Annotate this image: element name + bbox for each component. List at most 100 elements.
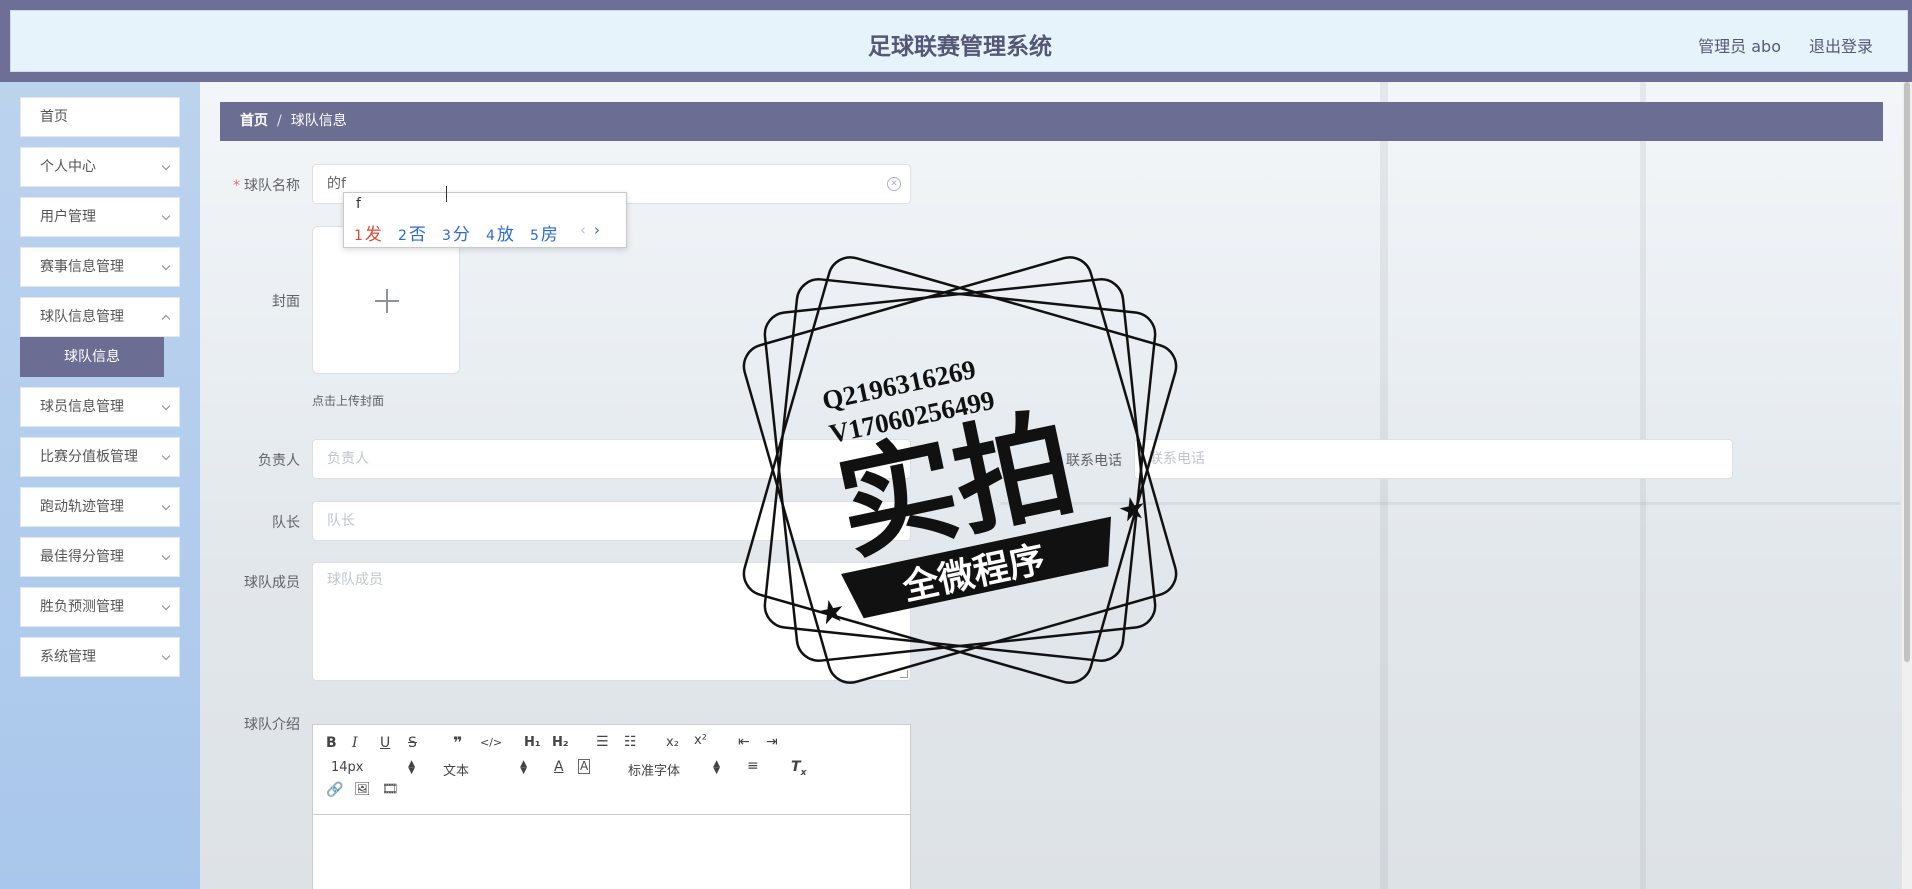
breadcrumb-separator: / — [277, 113, 282, 129]
background-decoration — [1380, 82, 1388, 889]
chevron-down-icon — [161, 601, 171, 611]
breadcrumb: 首页 / 球队信息 — [220, 102, 1883, 141]
chevron-down-icon — [161, 401, 171, 411]
sidebar-item-label: 最佳得分管理 — [40, 549, 124, 565]
font-family-value: 标准字体 — [628, 764, 681, 779]
sidebar-item-system[interactable]: 系统管理 — [20, 637, 180, 677]
resize-handle[interactable] — [900, 670, 908, 678]
chevron-down-icon — [161, 261, 171, 271]
logout-link[interactable]: 退出登录 — [1809, 33, 1873, 57]
ime-prev-page-icon[interactable]: ‹ — [580, 221, 586, 239]
chevron-down-icon — [161, 501, 171, 511]
font-size-select[interactable]: 14px ▲ ▼ — [331, 759, 415, 776]
captain-label: 队长 — [272, 515, 300, 531]
leader-input[interactable]: 负责人 — [312, 439, 911, 479]
sidebar-item-match-info[interactable]: 赛事信息管理 — [20, 247, 180, 287]
font-family-select[interactable]: 标准字体 ▲ ▼ — [628, 759, 720, 780]
bullet-list-icon[interactable]: ☷ — [624, 734, 637, 750]
sidebar-item-label: 球队信息管理 — [40, 309, 124, 325]
superscript-button[interactable]: x² — [694, 733, 707, 748]
team-name-label-text: 球队名称 — [244, 178, 300, 194]
ime-candidate-text: 房 — [540, 225, 558, 245]
ime-candidate[interactable]: 5房 — [530, 220, 558, 245]
sidebar-item-label: 球员信息管理 — [40, 399, 124, 415]
sidebar-item-label: 赛事信息管理 — [40, 259, 124, 275]
ime-candidate[interactable]: 4放 — [486, 220, 514, 245]
sidebar-subitem-team-info[interactable]: 球队信息 — [20, 337, 164, 377]
background-decoration — [1640, 82, 1646, 889]
italic-button[interactable]: I — [352, 735, 358, 751]
indent-icon[interactable]: ⇥ — [766, 734, 778, 750]
sidebar-item-user-management[interactable]: 用户管理 — [20, 197, 180, 237]
sidebar-item-label: 系统管理 — [40, 649, 96, 665]
code-block-icon[interactable]: </> — [480, 736, 502, 749]
ime-candidate-text: 分 — [452, 225, 470, 245]
members-textarea[interactable]: 球队成员 — [312, 562, 911, 681]
chevron-up-icon — [161, 314, 171, 324]
sidebar-item-label: 用户管理 — [40, 209, 96, 225]
intro-label: 球队介绍 — [244, 717, 300, 733]
ime-candidate-text: 否 — [408, 225, 426, 245]
link-icon[interactable]: 🔗 — [326, 782, 343, 798]
image-icon[interactable]: 🖼 — [354, 782, 371, 797]
sidebar-item-label: 个人中心 — [40, 159, 96, 175]
blockquote-icon[interactable]: ❞ — [453, 733, 462, 752]
paragraph-value: 文本 — [443, 764, 470, 779]
ordered-list-icon[interactable]: ☰ — [596, 734, 609, 750]
video-icon[interactable]: 🎞 — [382, 782, 399, 797]
align-icon[interactable]: ≡ — [747, 758, 759, 774]
sidebar-item-scoreboard[interactable]: 比赛分值板管理 — [20, 437, 180, 477]
header2-button[interactable]: H₂ — [552, 735, 569, 750]
sidebar-item-team-info[interactable]: 球队信息管理 — [20, 297, 180, 337]
team-name-label: * 球队名称 — [200, 175, 300, 195]
cover-uploader[interactable] — [312, 226, 460, 374]
cover-label: 封面 — [272, 294, 300, 310]
clear-format-icon[interactable]: Tx — [791, 759, 806, 778]
phone-label: 联系电话 — [1066, 453, 1122, 469]
select-arrow-icon: ▲ ▼ — [713, 759, 720, 776]
font-color-button[interactable]: A — [554, 759, 564, 775]
ime-next-page-icon[interactable]: › — [594, 221, 600, 239]
sidebar-item-home[interactable]: 首页 — [20, 97, 180, 137]
ime-candidate[interactable]: 3分 — [442, 220, 470, 245]
sidebar-item-label: 跑动轨迹管理 — [40, 499, 124, 515]
ime-candidate-text: 放 — [496, 225, 514, 245]
ime-candidate[interactable]: 1发 — [354, 220, 382, 245]
header1-button[interactable]: H₁ — [524, 735, 541, 750]
sidebar-item-running-track[interactable]: 跑动轨迹管理 — [20, 487, 180, 527]
members-label: 球队成员 — [244, 575, 300, 591]
leader-label: 负责人 — [258, 453, 300, 469]
ime-candidate[interactable]: 2否 — [398, 220, 426, 245]
required-mark: * — [233, 178, 240, 194]
sidebar-item-best-score[interactable]: 最佳得分管理 — [20, 537, 180, 577]
ime-candidate-number: 1 — [354, 228, 363, 244]
ime-candidate-number: 4 — [486, 228, 495, 244]
select-arrow-icon: ▲ ▼ — [408, 759, 415, 776]
current-user: 管理员 abo — [1698, 37, 1781, 56]
app-header: 足球联赛管理系统 管理员 abo 退出登录 — [10, 10, 1908, 72]
subscript-button[interactable]: x₂ — [666, 735, 679, 750]
upload-tip: 点击上传封面 — [312, 394, 385, 408]
sidebar-item-win-prediction[interactable]: 胜负预测管理 — [20, 587, 180, 627]
clear-icon[interactable]: ✕ — [887, 177, 901, 191]
phone-input[interactable]: 联系电话 — [1134, 439, 1733, 479]
strike-button[interactable]: S — [408, 735, 417, 751]
scrollbar-thumb[interactable] — [1904, 82, 1910, 662]
team-name-value: 的f — [327, 176, 346, 192]
sidebar-item-personal-center[interactable]: 个人中心 — [20, 147, 180, 187]
ime-candidate-number: 5 — [530, 228, 539, 244]
underline-button[interactable]: U — [380, 735, 390, 751]
editor-toolbar: B I U S ❞ </> H₁ H₂ ☰ ☷ x₂ x² ⇤ ⇥ 14px ▲ ▼… — [313, 725, 910, 815]
chevron-down-icon — [161, 161, 171, 171]
ime-composition: f — [356, 196, 361, 212]
sidebar-item-player-info[interactable]: 球员信息管理 — [20, 387, 180, 427]
font-size-value: 14px — [331, 760, 364, 775]
bold-button[interactable]: B — [326, 735, 337, 751]
page-scrollbar[interactable] — [1902, 82, 1912, 889]
breadcrumb-home[interactable]: 首页 — [240, 113, 268, 129]
background-color-button[interactable]: A — [578, 759, 591, 774]
outdent-icon[interactable]: ⇤ — [738, 734, 750, 750]
captain-input[interactable]: 队长 — [312, 501, 911, 541]
members-placeholder: 球队成员 — [327, 572, 383, 588]
paragraph-select[interactable]: 文本 ▲ ▼ — [443, 760, 527, 780]
